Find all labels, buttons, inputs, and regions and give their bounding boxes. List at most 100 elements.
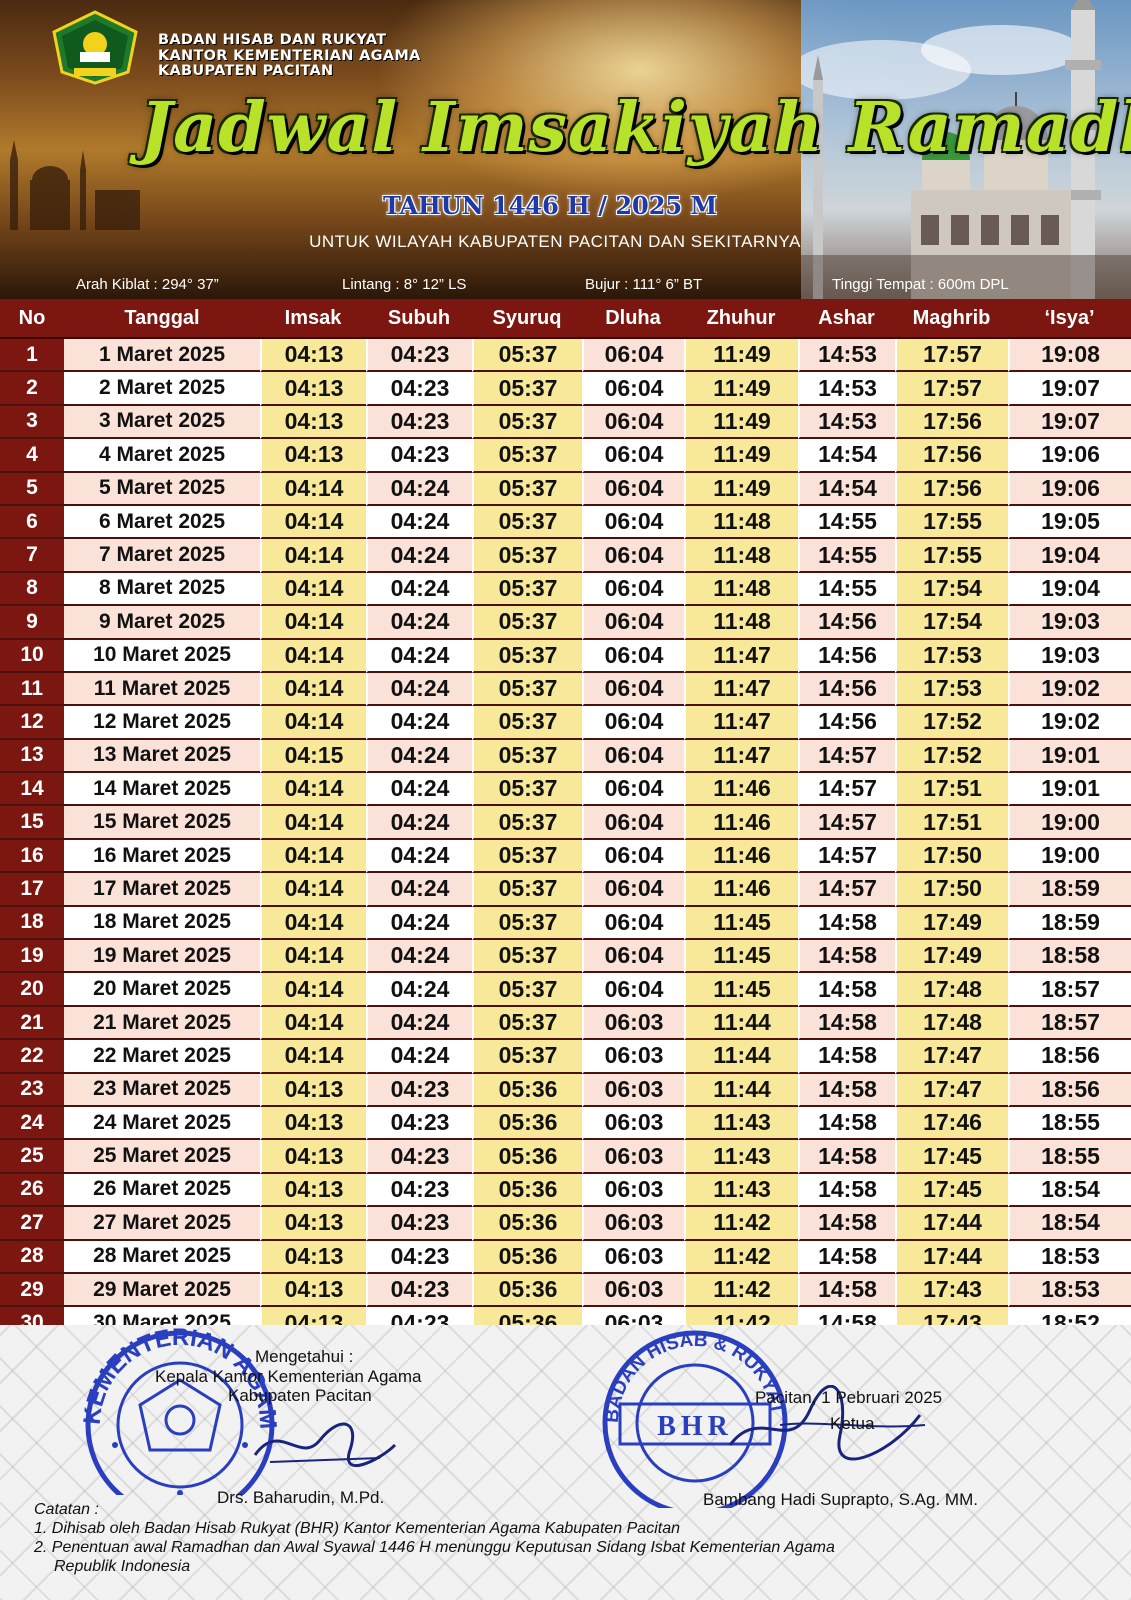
- time-cell: 05:36: [472, 1273, 582, 1308]
- time-cell: 06:03: [582, 1240, 684, 1274]
- qibla-direction: Arah Kiblat : 294° 37”: [76, 276, 219, 293]
- time-cell: 14:58: [798, 1073, 895, 1107]
- time-cell: 05:37: [472, 539, 582, 573]
- time-cell: 05:37: [472, 639, 582, 673]
- time-cell: 04:24: [366, 1006, 472, 1041]
- time-cell: 05:37: [472, 1040, 582, 1074]
- skyline-silhouette: [10, 140, 140, 230]
- kemenag-logo-icon: [52, 10, 138, 85]
- time-cell: 11:43: [684, 1173, 798, 1208]
- time-cell: 05:37: [472, 940, 582, 974]
- time-cell: 11:45: [684, 973, 798, 1007]
- time-cell: 14:58: [798, 1106, 895, 1141]
- time-cell: 17:45: [895, 1140, 1008, 1174]
- note-2: 2. Penentuan awal Ramadhan dan Awal Syaw…: [34, 1539, 835, 1556]
- time-cell: 14:58: [798, 1173, 895, 1208]
- time-cell: 17:55: [895, 539, 1008, 573]
- time-cell: 06:03: [582, 1106, 684, 1141]
- time-cell: 17:57: [895, 339, 1008, 373]
- time-cell: 04:14: [260, 706, 366, 740]
- time-cell: 04:13: [260, 405, 366, 440]
- longitude: Bujur : 111° 6” BT: [585, 276, 703, 293]
- time-cell: 18:53: [1008, 1273, 1131, 1308]
- row-number-cell: 1: [0, 339, 64, 373]
- time-cell: 14:58: [798, 906, 895, 941]
- time-cell: 19:01: [1008, 739, 1131, 774]
- table-row: 17 17 Maret 2025 04:14 04:24 05:37 06:04 11:46…: [0, 873, 1131, 907]
- time-cell: 19:07: [1008, 372, 1131, 406]
- time-cell: 04:24: [366, 505, 472, 540]
- time-cell: 18:55: [1008, 1140, 1131, 1174]
- time-cell: 14:56: [798, 706, 895, 740]
- table-row: 19 19 Maret 2025 04:14 04:24 05:37 06:04 11:45…: [0, 940, 1131, 974]
- row-number-cell: 18: [0, 906, 64, 941]
- date-cell: 3 Maret 2025: [64, 405, 260, 440]
- time-cell: 14:58: [798, 940, 895, 974]
- altitude: Tinggi Tempat : 600m DPL: [832, 276, 1009, 293]
- org-line-1: BADAN HISAB DAN RUKYAT: [158, 32, 387, 48]
- time-cell: 05:36: [472, 1240, 582, 1274]
- column-header: Maghrib: [895, 299, 1008, 339]
- time-cell: 04:24: [366, 472, 472, 506]
- left-role-line-1: Kepala Kantor Kementerian Agama: [155, 1367, 422, 1386]
- time-cell: 05:37: [472, 906, 582, 941]
- note-1: 1. Dihisab oleh Badan Hisab Rukyat (BHR)…: [34, 1520, 680, 1537]
- time-cell: 17:44: [895, 1207, 1008, 1241]
- table-row: 11 11 Maret 2025 04:14 04:24 05:37 06:04 11:47…: [0, 672, 1131, 707]
- time-cell: 04:13: [260, 1073, 366, 1107]
- time-cell: 17:51: [895, 806, 1008, 840]
- row-number-cell: 29: [0, 1273, 64, 1308]
- table-row: 13 13 Maret 2025 04:15 04:24 05:37 06:04 11:47…: [0, 739, 1131, 774]
- schedule-table: No Tanggal Imsak Subuh Syuruq Dluha Zhuhur Asha…: [0, 299, 1131, 1341]
- time-cell: 04:23: [366, 405, 472, 440]
- time-cell: 14:57: [798, 873, 895, 907]
- date-cell: 9 Maret 2025: [64, 606, 260, 640]
- time-cell: 19:04: [1008, 572, 1131, 607]
- time-cell: 05:37: [472, 706, 582, 740]
- time-cell: 14:56: [798, 606, 895, 640]
- time-cell: 18:58: [1008, 940, 1131, 974]
- time-cell: 04:13: [260, 1140, 366, 1174]
- time-cell: 06:03: [582, 1073, 684, 1107]
- time-cell: 06:04: [582, 339, 684, 373]
- time-cell: 06:04: [582, 940, 684, 974]
- time-cell: 05:37: [472, 572, 582, 607]
- date-cell: 4 Maret 2025: [64, 439, 260, 473]
- time-cell: 05:37: [472, 839, 582, 874]
- time-cell: 11:48: [684, 505, 798, 540]
- time-cell: 04:23: [366, 1240, 472, 1274]
- row-number-cell: 11: [0, 672, 64, 707]
- time-cell: 06:04: [582, 672, 684, 707]
- time-cell: 19:07: [1008, 405, 1131, 440]
- org-line-3: KABUPATEN PACITAN: [158, 63, 334, 79]
- time-cell: 17:53: [895, 639, 1008, 673]
- time-cell: 18:57: [1008, 1006, 1131, 1041]
- time-cell: 04:24: [366, 706, 472, 740]
- time-cell: 17:53: [895, 672, 1008, 707]
- column-header: Ashar: [798, 299, 895, 339]
- time-cell: 04:23: [366, 372, 472, 406]
- time-cell: 04:14: [260, 472, 366, 506]
- table-row: 18 18 Maret 2025 04:14 04:24 05:37 06:04 11:45…: [0, 906, 1131, 941]
- time-cell: 06:04: [582, 439, 684, 473]
- time-cell: 17:49: [895, 940, 1008, 974]
- time-cell: 04:23: [366, 1173, 472, 1208]
- note-3: Republik Indonesia: [54, 1558, 191, 1575]
- date-cell: 28 Maret 2025: [64, 1240, 260, 1274]
- time-cell: 17:47: [895, 1040, 1008, 1074]
- row-number-cell: 13: [0, 739, 64, 774]
- column-header: Zhuhur: [684, 299, 798, 339]
- time-cell: 14:53: [798, 405, 895, 440]
- time-cell: 04:14: [260, 873, 366, 907]
- row-number-cell: 2: [0, 372, 64, 406]
- table-row: 14 14 Maret 2025 04:14 04:24 05:37 06:04 11:46…: [0, 773, 1131, 807]
- table-row: 24 24 Maret 2025 04:13 04:23 05:36 06:03 11:43…: [0, 1106, 1131, 1141]
- time-cell: 04:14: [260, 539, 366, 573]
- time-cell: 04:23: [366, 439, 472, 473]
- time-cell: 04:24: [366, 940, 472, 974]
- time-cell: 06:04: [582, 472, 684, 506]
- time-cell: 04:13: [260, 1273, 366, 1308]
- column-header: No: [0, 299, 64, 339]
- time-cell: 04:24: [366, 773, 472, 807]
- time-cell: 14:54: [798, 472, 895, 506]
